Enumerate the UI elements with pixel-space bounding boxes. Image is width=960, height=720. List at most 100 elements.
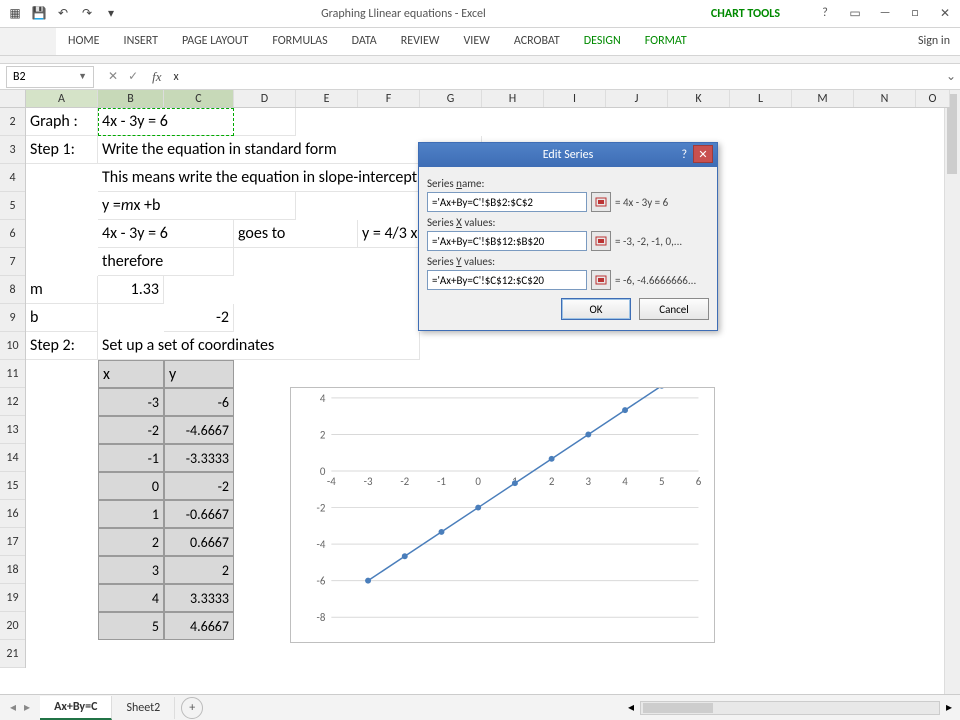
cell[interactable]: -2 [98,416,164,444]
cell[interactable]: 5 [98,612,164,640]
ok-button[interactable]: OK [561,298,631,320]
tab-design[interactable]: DESIGN [572,28,633,55]
save-icon[interactable]: 💾 [28,3,50,25]
row-header[interactable]: 7 [0,248,25,276]
close-window-icon[interactable]: ✕ [930,6,960,21]
undo-icon[interactable]: ↶ [52,3,74,25]
cell[interactable]: -3.3333 [164,444,234,472]
row-header[interactable]: 16 [0,500,25,528]
row-header[interactable]: 3 [0,136,25,164]
cell[interactable]: 4x - 3y = 6 [98,220,234,248]
file-tab[interactable] [0,28,56,55]
column-header[interactable]: J [606,90,668,107]
dialog-title-bar[interactable]: Edit Series ? ✕ [419,143,717,167]
tab-data[interactable]: DATA [340,28,389,55]
row-header[interactable]: 5 [0,192,25,220]
cell[interactable]: 3 [98,556,164,584]
dialog-close-icon[interactable]: ✕ [693,145,713,163]
column-header[interactable]: B [98,90,164,107]
tab-view[interactable]: VIEW [451,28,501,55]
cell[interactable]: m [26,276,98,304]
row-header[interactable]: 12 [0,388,25,416]
cell[interactable]: 1 [98,500,164,528]
row-header[interactable]: 21 [0,640,25,668]
column-header[interactable]: H [482,90,544,107]
cell[interactable]: goes to [234,220,358,248]
cell[interactable]: -0.6667 [164,500,234,528]
cell[interactable]: Step 1: [26,136,98,164]
row-header[interactable]: 9 [0,304,25,332]
worksheet-grid[interactable]: ABCDEFGHIJKLMNO 234567891011121314151617… [0,90,960,696]
column-header[interactable]: I [544,90,606,107]
sheet-tab-active[interactable]: Ax+By=C [40,696,112,720]
tab-formulas[interactable]: FORMULAS [260,28,339,55]
row-header[interactable]: 15 [0,472,25,500]
cell[interactable]: 2 [164,556,234,584]
cell[interactable]: therefore [98,248,234,276]
enter-formula-icon[interactable]: ✓ [128,69,138,84]
cell[interactable]: 3.3333 [164,584,234,612]
fx-icon[interactable]: fx [146,69,167,85]
tab-format[interactable]: FORMAT [633,28,699,55]
cell[interactable]: Step 2: [26,332,98,360]
row-header[interactable]: 19 [0,584,25,612]
dialog-help-icon[interactable]: ? [681,148,687,162]
series-y-input[interactable] [427,270,587,290]
horizontal-scrollbar[interactable] [640,701,940,715]
series-x-input[interactable] [427,231,587,251]
column-header[interactable]: L [730,90,792,107]
row-header[interactable]: 13 [0,416,25,444]
cell[interactable]: 4 [98,584,164,612]
column-header[interactable]: K [668,90,730,107]
cell[interactable]: x [98,360,164,388]
column-header[interactable]: C [164,90,234,107]
name-box[interactable]: B2 ▼ [6,66,94,88]
row-header[interactable]: 18 [0,556,25,584]
cell[interactable]: 0.6667 [164,528,234,556]
cell[interactable]: -6 [164,388,234,416]
column-header[interactable]: E [296,90,358,107]
column-header[interactable]: N [854,90,916,107]
column-header[interactable]: F [358,90,420,107]
column-header[interactable]: M [792,90,854,107]
maximize-icon[interactable]: □ [900,6,930,21]
range-picker-y-icon[interactable] [591,270,611,290]
cell[interactable]: 2 [98,528,164,556]
tab-insert[interactable]: INSERT [112,28,170,55]
sign-in-link[interactable]: Sign in [908,28,960,55]
qat-customize-icon[interactable]: ▾ [100,3,122,25]
sheet-nav-prev-icon[interactable]: ◂ [10,700,16,715]
help-icon[interactable]: ? [810,6,840,21]
formula-expand-icon[interactable]: ⌄ [942,69,960,84]
range-picker-x-icon[interactable] [591,231,611,251]
chart-area[interactable]: -8-6-4-2024-4-3-2-10123456 [290,387,715,643]
column-header[interactable]: G [420,90,482,107]
cell[interactable]: -2 [164,304,234,332]
row-header[interactable]: 8 [0,276,25,304]
row-header[interactable]: 2 [0,108,25,136]
range-picker-name-icon[interactable] [591,192,611,212]
row-header[interactable]: 17 [0,528,25,556]
namebox-dropdown-icon[interactable]: ▼ [78,71,87,82]
cell[interactable]: 1.33 [98,276,164,304]
tab-page-layout[interactable]: PAGE LAYOUT [170,28,260,55]
cancel-button[interactable]: Cancel [639,298,709,320]
cell[interactable]: -3 [98,388,164,416]
cell[interactable]: Set up a set of coordinates [98,332,420,360]
cell[interactable]: -4.6667 [164,416,234,444]
cell[interactable]: Graph : [26,108,98,136]
tab-home[interactable]: HOME [56,28,112,55]
cell[interactable]: b [26,304,98,332]
row-header[interactable]: 11 [0,360,25,388]
cell[interactable]: 0 [98,472,164,500]
cancel-formula-icon[interactable]: ✕ [108,69,118,84]
row-header[interactable]: 20 [0,612,25,640]
redo-icon[interactable]: ↷ [76,3,98,25]
series-name-input[interactable] [427,192,587,212]
hscroll-left-icon[interactable]: ◂ [628,700,634,715]
column-header[interactable]: O [916,90,950,107]
cell[interactable]: -1 [98,444,164,472]
sheet-nav-next-icon[interactable]: ▸ [24,700,30,715]
tab-review[interactable]: REVIEW [389,28,452,55]
minimize-icon[interactable]: — [870,6,900,21]
